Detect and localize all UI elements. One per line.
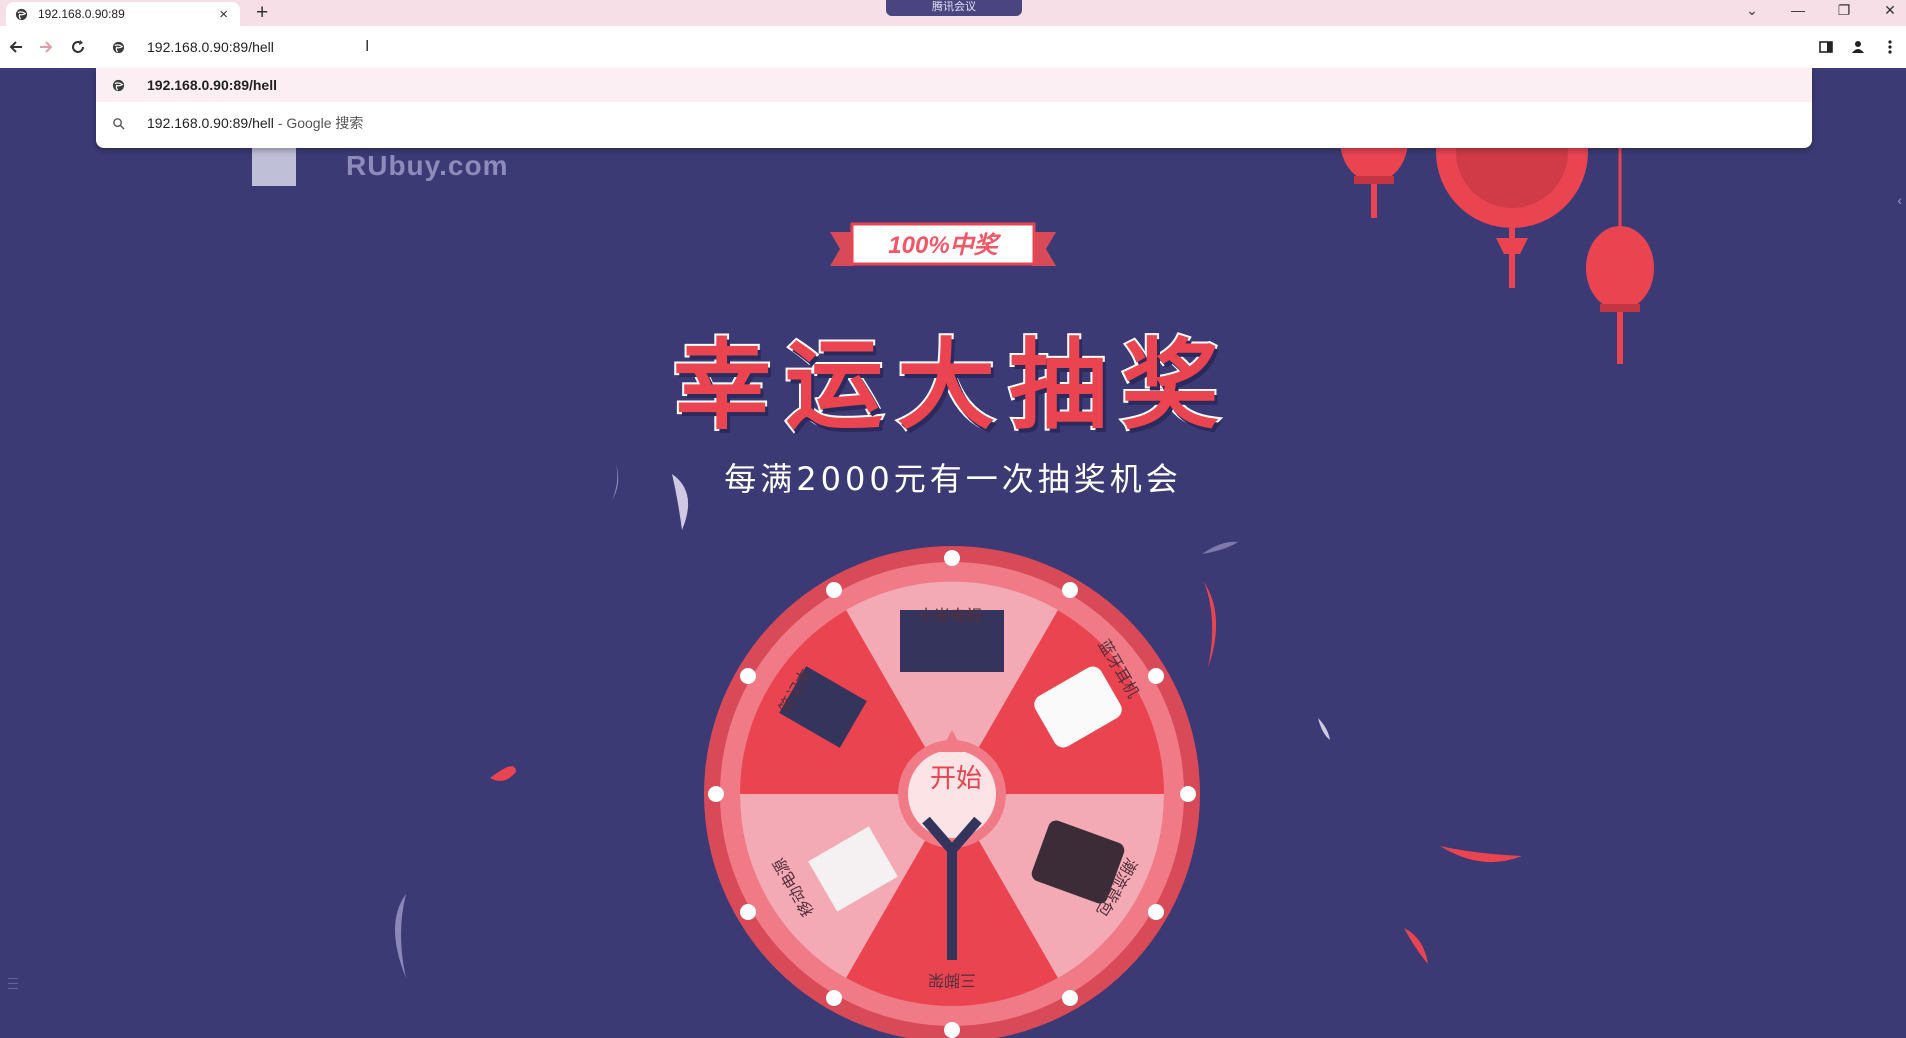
address-input[interactable]: 192.168.0.90:89/hell (147, 39, 274, 55)
profile-icon[interactable] (1850, 39, 1866, 55)
prize-label-tripod: 三脚架 (928, 971, 977, 990)
suggestion-url-text: 192.168.0.90:89/hell (147, 77, 277, 93)
browser-toolbar: 192.168.0.90:89/hell I (0, 26, 1906, 68)
prize-label-tv: 小米电视 (918, 606, 983, 625)
address-bar[interactable]: 192.168.0.90:89/hell I (96, 30, 1812, 64)
start-button[interactable]: 开始 (913, 759, 999, 799)
reload-button[interactable] (66, 35, 90, 59)
omnibox-suggestions: 192.168.0.90:89/hell 192.168.0.90:89/hel… (96, 68, 1812, 148)
suggestion-search-text: 192.168.0.90:89/hell (147, 115, 274, 131)
sidebar-icon[interactable] (1818, 39, 1834, 55)
meeting-indicator[interactable]: 腾讯会议 (886, 0, 1022, 16)
back-button[interactable] (4, 35, 28, 59)
globe-icon (15, 8, 28, 20)
lottery-page: RUbuy.com 100%中奖 幸运大抽奖 每满2000元有一次抽奖机会 开始… (0, 68, 1906, 1038)
tab-strip: 192.168.0.90:89 × + 腾讯会议 ⌄ — ❐ ✕ (0, 0, 1906, 26)
forward-arrow-icon (40, 41, 53, 53)
side-panel-toggle-icon[interactable]: ‹ (1897, 192, 1902, 208)
restore-button[interactable]: ❐ (1832, 0, 1856, 22)
tab-list-button[interactable]: ⌄ (1740, 0, 1764, 22)
search-icon (113, 118, 125, 130)
site-info-icon[interactable] (112, 41, 125, 54)
suggestion-url[interactable]: 192.168.0.90:89/hell (96, 68, 1812, 102)
browser-tab[interactable]: 192.168.0.90:89 × (6, 2, 240, 26)
close-window-button[interactable]: ✕ (1878, 0, 1902, 22)
suggestion-search-suffix: - Google 搜索 (273, 115, 364, 131)
back-arrow-icon (9, 41, 22, 53)
new-tab-button[interactable]: + (256, 1, 268, 25)
menu-icon[interactable] (1882, 39, 1898, 55)
forward-button[interactable] (34, 35, 58, 59)
minimize-button[interactable]: — (1786, 0, 1810, 22)
suggestion-search[interactable]: 192.168.0.90:89/hell - Google 搜索 (96, 106, 1812, 140)
tab-close-button[interactable]: × (219, 7, 228, 22)
side-handle-icon[interactable]: — — — (8, 974, 18, 994)
text-cursor-icon: I (365, 38, 370, 55)
globe-icon (112, 79, 125, 92)
reload-icon (72, 40, 84, 53)
tab-title: 192.168.0.90:89 (38, 7, 125, 21)
